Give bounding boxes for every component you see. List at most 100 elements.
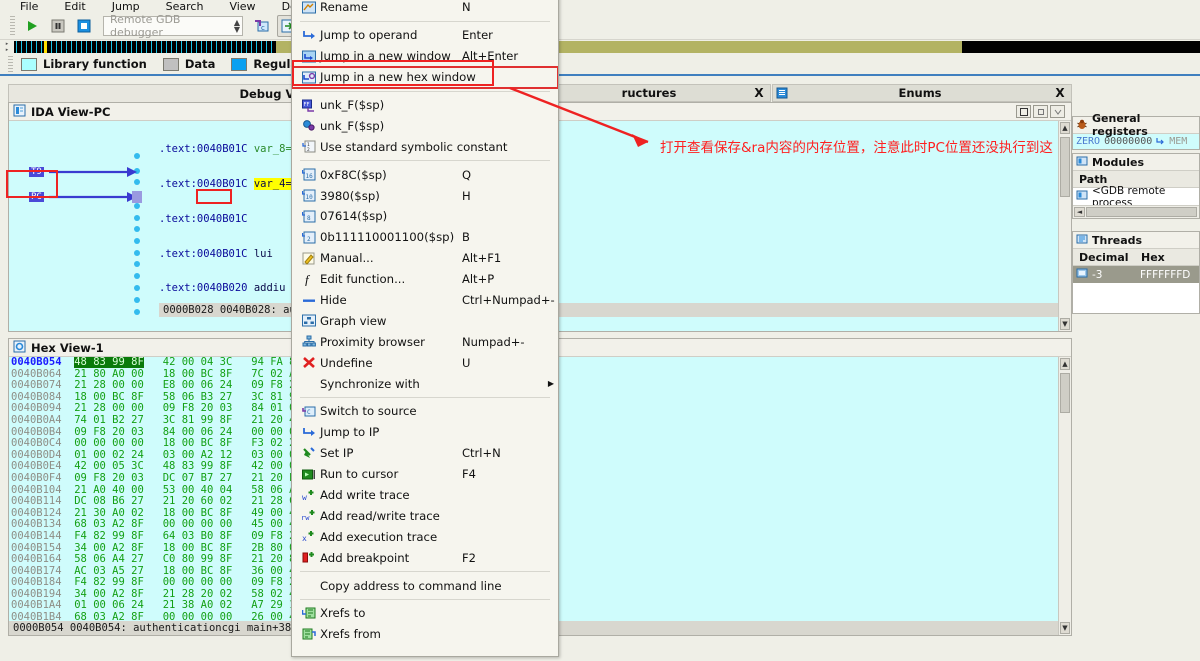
debugger-select[interactable]: Remote GDB debugger ▲ ▼	[103, 13, 243, 39]
step-into-icon[interactable]: c	[251, 15, 273, 37]
hex-bytes[interactable]: 58 06 A4 27 C0 80 99 8F 21 20 80 0	[74, 553, 314, 565]
scroll-down-icon[interactable]: ▼	[1060, 318, 1070, 330]
hex-bytes[interactable]: 68 03 A2 8F 00 00 00 00 45 00 40 0	[74, 518, 314, 531]
context-menu-item-hide[interactable]: Hide Ctrl+Numpad+-	[292, 290, 558, 311]
menu-item-view[interactable]: View	[229, 1, 255, 12]
scroll-left-icon[interactable]: ◄	[1074, 207, 1085, 217]
tab-enums[interactable]: Enums X	[772, 84, 1072, 102]
context-menu-item-rename[interactable]: Rename N	[292, 0, 558, 18]
hex-selected-bytes[interactable]: 48 83 99 8F	[74, 357, 144, 368]
context-menu[interactable]: Rename N Jump to operand Enter Jump in a new…	[291, 0, 559, 657]
context-menu-item-copy-address-to-command-line[interactable]: Copy address to command line	[292, 575, 558, 596]
hex-bytes[interactable]: 42 00 05 3C 48 83 99 8F 42 00 04 3	[74, 460, 314, 473]
context-menu-item-add-execution-trace[interactable]: x Add execution trace	[292, 526, 558, 547]
hex-bytes[interactable]: 18 00 BC 8F 58 06 B3 27 3C 81 99 8	[74, 391, 314, 403]
stop-icon[interactable]	[73, 15, 95, 37]
context-menu-item-set-ip[interactable]: Set IP Ctrl+N	[292, 443, 558, 464]
ida-view-scrollbar[interactable]: ▲ ▼	[1058, 121, 1071, 331]
hex-bytes[interactable]: 21 28 00 00 09 F8 20 03 84 01 06 2	[74, 402, 314, 415]
hex-bytes[interactable]: F4 82 99 8F 00 00 00 00 09 F8 20 0	[74, 576, 314, 588]
bp-dot[interactable]	[134, 215, 140, 221]
threads-row[interactable]: -3 FFFFFFFD	[1073, 266, 1199, 283]
context-menu-item-0b111110001100-sp[interactable]: 2 0b111110001100($sp) B	[292, 227, 558, 248]
context-menu-item-graph-view[interactable]: Graph view	[292, 310, 558, 331]
context-menu-item-add-breakpoint[interactable]: Add breakpoint F2	[292, 547, 558, 568]
tab-structures[interactable]: ructures X	[549, 84, 771, 102]
context-menu-item-unk-f-sp[interactable]: FF unk_F($sp)	[292, 95, 558, 116]
context-menu-item-use-standard-symbolic-constant[interactable]: 1 2 Use standard symbolic constant	[292, 136, 558, 157]
context-menu-item-switch-to-source[interactable]: C Switch to source	[292, 401, 558, 422]
hex-bytes[interactable]: AC 03 A5 27 18 00 BC 8F 36 00 40 1	[74, 565, 314, 577]
menu-item-edit[interactable]: Edit	[64, 1, 85, 12]
context-menu-item-3980-sp[interactable]: 10 3980($sp) H	[292, 185, 558, 206]
tab-structures-close-icon[interactable]: X	[748, 86, 770, 100]
hex-bytes[interactable]: 21 A0 40 00 53 00 40 04 58 06 A4 2	[74, 484, 314, 496]
hex-bytes[interactable]: 21 30 A0 02 18 00 BC 8F 49 00 40 0	[74, 507, 314, 519]
run-icon[interactable]	[21, 15, 43, 37]
menu-item-jump[interactable]: Jump	[112, 1, 140, 12]
modules-hscrollbar[interactable]: ◄	[1073, 205, 1199, 218]
bp-dot[interactable]	[134, 285, 140, 291]
scroll-up-icon[interactable]: ▲	[1060, 122, 1070, 134]
context-menu-item-jump-to-ip[interactable]: Jump to IP	[292, 422, 558, 443]
bp-dot[interactable]	[134, 238, 140, 244]
bp-dot[interactable]	[134, 273, 140, 279]
context-menu-item-jump-to-operand[interactable]: Jump to operand Enter	[292, 25, 558, 46]
hex-bytes[interactable]: 00 00 00 00 18 00 BC 8F F3 02 20 1	[74, 437, 314, 449]
toolbar-grip[interactable]	[10, 15, 15, 36]
hex-bytes[interactable]: 01 00 02 24 03 00 A2 12 03 00 02 2	[74, 449, 314, 461]
jump-arrow-icon[interactable]	[1156, 136, 1165, 148]
tab-enums-close-icon[interactable]: X	[1049, 86, 1071, 100]
hex-bytes[interactable]: 74 01 B2 27 3C 81 99 8F 21 20 40 0	[74, 414, 314, 426]
hex-bytes[interactable]: 09 F8 20 03 DC 07 B7 27 21 20 E0 0	[74, 472, 314, 484]
context-menu-item-0xf8c-sp[interactable]: 16 0xF8C($sp) Q	[292, 164, 558, 185]
restore-icon[interactable]	[1033, 105, 1048, 118]
hex-bytes[interactable]: 21 28 00 00 E8 00 06 24 09 F8 20 0	[74, 379, 314, 391]
context-menu-item-add-read-write-trace[interactable]: rw Add read/write trace	[292, 505, 558, 526]
bp-dot[interactable]	[134, 309, 140, 315]
bp-dot[interactable]	[134, 297, 140, 303]
hex-bytes[interactable]: 34 00 A2 8F 18 00 BC 8F 2B 80 02 0	[74, 542, 314, 554]
context-menu-item-manual[interactable]: Manual... Alt+F1	[292, 248, 558, 269]
hex-bytes[interactable]: 01 00 06 24 21 38 A0 02 A7 29 10 0	[74, 599, 314, 612]
register-row-zero[interactable]: ZERO 00000000 MEM	[1073, 134, 1199, 149]
pause-icon[interactable]	[47, 15, 69, 37]
context-menu-item-xrefs-from[interactable]: Xrefs from	[292, 624, 558, 645]
chevron-updown-icon[interactable]: ▲ ▼	[234, 18, 240, 33]
hex-bytes[interactable]: 34 00 A2 8F 21 28 20 02 58 02 42 2	[74, 588, 314, 600]
context-menu-item-add-write-trace[interactable]: w Add write trace	[292, 485, 558, 506]
context-menu-item-proximity-browser[interactable]: Proximity browser Numpad+-	[292, 331, 558, 352]
bp-dot[interactable]	[134, 250, 140, 256]
bp-dot[interactable]	[134, 179, 140, 185]
scroll-thumb[interactable]	[1086, 207, 1197, 217]
bp-dot[interactable]	[134, 226, 140, 232]
scroll-thumb[interactable]	[1060, 137, 1070, 197]
register-value[interactable]: 00000000	[1104, 136, 1152, 147]
bp-dot[interactable]	[134, 203, 140, 209]
context-menu-item-run-to-cursor[interactable]: Run to cursor F4	[292, 464, 558, 485]
context-menu-item-synchronize-with[interactable]: Synchronize with ▶	[292, 373, 558, 394]
scroll-thumb[interactable]	[1060, 373, 1070, 413]
menu-item-file[interactable]: File	[20, 1, 38, 12]
bp-dot[interactable]	[134, 153, 140, 159]
hex-bytes[interactable]: F4 82 99 8F 64 03 B0 8F 09 F8 20 0	[74, 530, 314, 542]
hex-bytes[interactable]: 09 F8 20 03 84 00 06 24 00 00 04 8	[74, 426, 314, 438]
context-menu-item-jump-in-a-new-window[interactable]: Jump in a new window Alt+Enter	[292, 46, 558, 67]
context-menu-item-07614-sp[interactable]: 8 07614($sp)	[292, 206, 558, 227]
bp-dot[interactable]	[134, 168, 140, 174]
minimize-icon[interactable]	[1050, 105, 1065, 118]
maximize-icon[interactable]	[1016, 105, 1031, 118]
threads-column-header[interactable]: Decimal Hex	[1073, 249, 1199, 266]
menu-item-search[interactable]: Search	[166, 1, 204, 12]
scroll-down-icon[interactable]: ▼	[1060, 622, 1070, 634]
bp-dot[interactable]	[134, 261, 140, 267]
nav-arrows[interactable]: ▸ ▸	[0, 40, 14, 54]
modules-row[interactable]: <GDB remote process	[1073, 185, 1199, 209]
scroll-up-icon[interactable]: ▲	[1060, 358, 1070, 370]
hex-bytes[interactable]: DC 08 B6 27 21 20 60 02 21 28 C0 0	[74, 495, 314, 507]
context-menu-item-unk-f-sp[interactable]: unk_F($sp)	[292, 115, 558, 136]
context-menu-item-undefine[interactable]: Undefine U	[292, 352, 558, 373]
hex-view-scrollbar[interactable]: ▲ ▼	[1058, 357, 1071, 635]
context-menu-item-edit-function[interactable]: f Edit function... Alt+P	[292, 269, 558, 290]
legend-grip[interactable]	[8, 56, 13, 72]
